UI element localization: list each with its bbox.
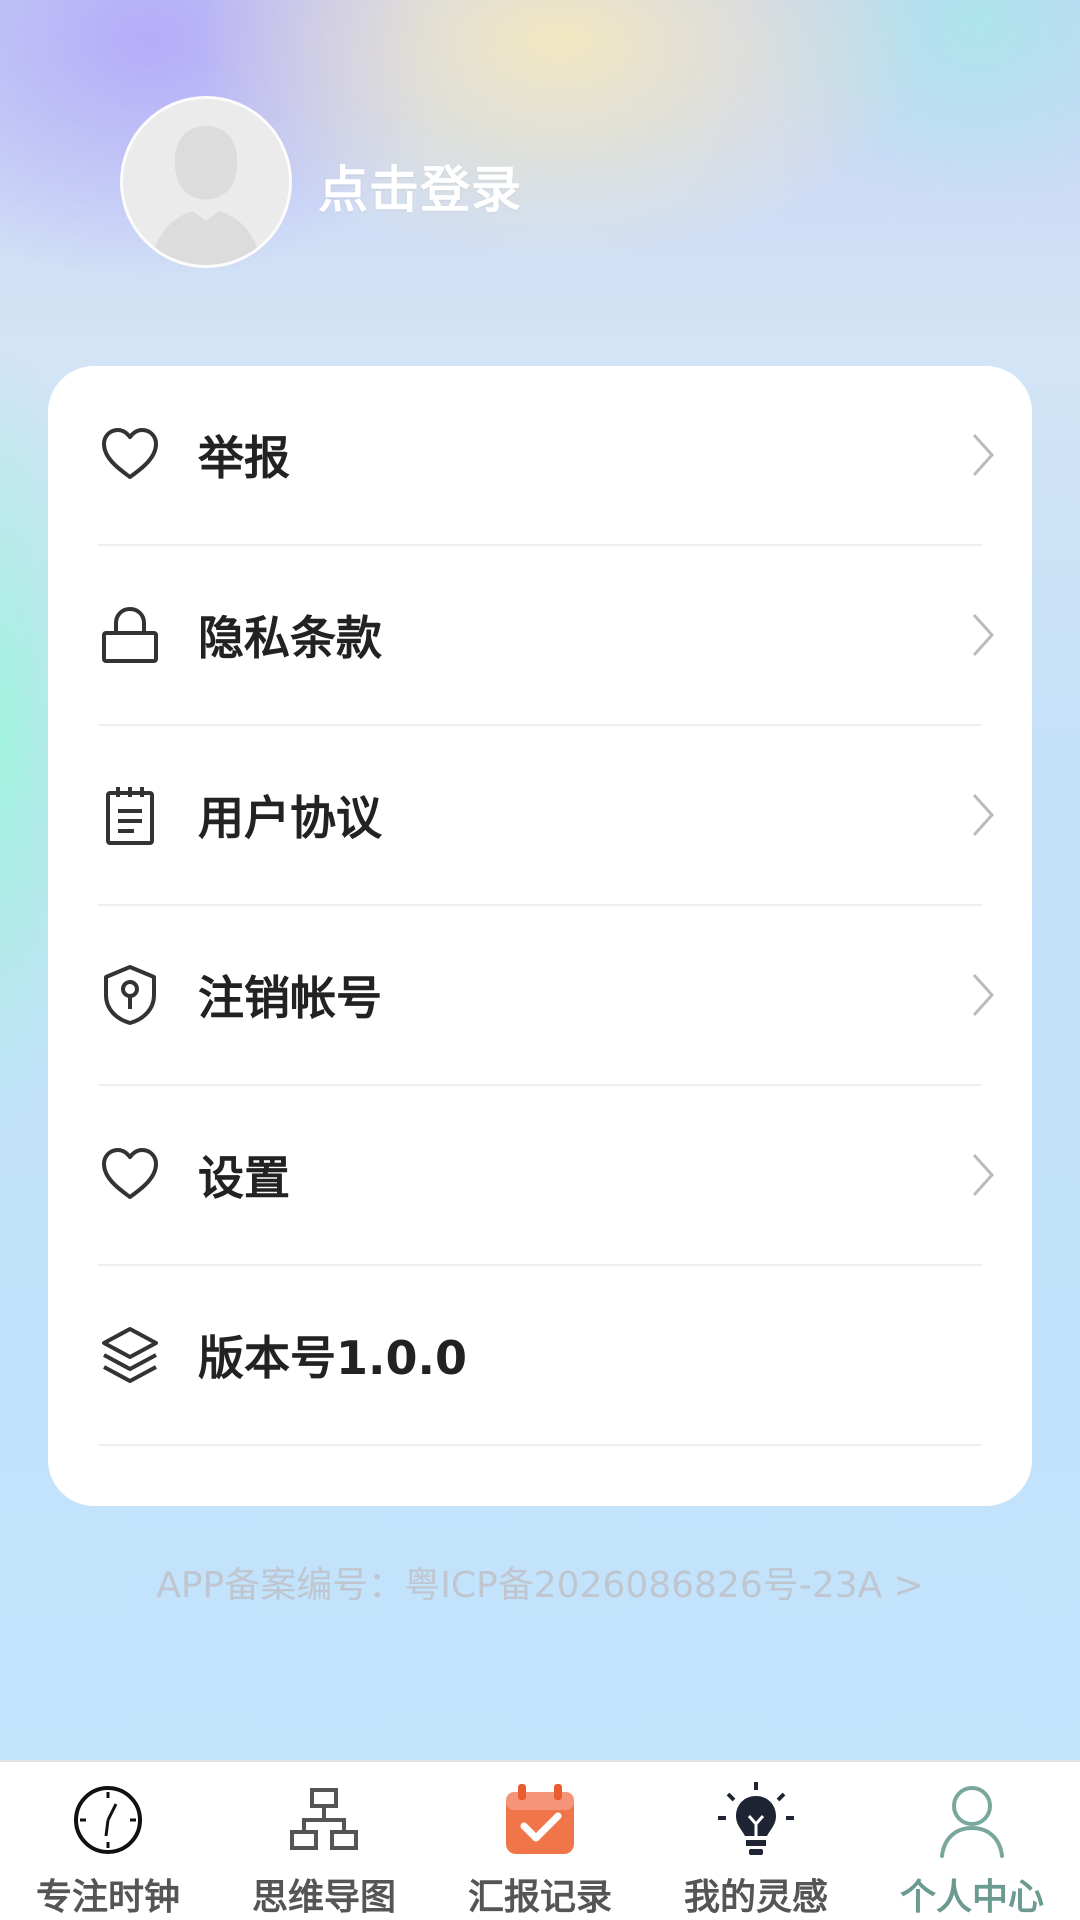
default-avatar-icon	[123, 99, 289, 265]
chevron-right-icon	[968, 431, 998, 479]
tab-report-records[interactable]: 汇报记录	[432, 1762, 648, 1920]
menu-item-label: 注销帐号	[198, 971, 382, 1025]
menu-item-privacy[interactable]: 隐私条款	[98, 546, 995, 726]
tab-label: 专注时钟	[35, 1877, 180, 1918]
icp-record-link[interactable]: APP备案编号：粤ICP备2026086826号-23A >	[0, 1556, 1080, 1608]
tab-mind-map[interactable]: 思维导图	[216, 1762, 432, 1920]
bottom-tab-bar: 专注时钟 思维导图 汇报记录 我的灵感 个人中心	[0, 1760, 1080, 1920]
menu-item-version: 版本号1.0.0	[98, 1266, 982, 1446]
menu-item-label: 隐私条款	[198, 611, 382, 665]
menu-item-delete-account[interactable]: 注销帐号	[98, 906, 995, 1086]
heart-icon	[98, 1143, 162, 1207]
menu-item-label: 用户协议	[198, 791, 382, 845]
shield-key-icon	[98, 963, 162, 1027]
lock-icon	[98, 603, 162, 667]
profile-page: 点击登录 举报 隐私条款 用户协议 注销帐号 设置 版本号1.0.0 APP备案…	[0, 0, 1080, 1920]
menu-card: 举报 隐私条款 用户协议 注销帐号 设置 版本号1.0.0	[48, 366, 1032, 1506]
tab-personal-center[interactable]: 个人中心	[864, 1762, 1080, 1920]
menu-item-user-agreement[interactable]: 用户协议	[98, 726, 995, 906]
menu-item-settings[interactable]: 设置	[98, 1086, 995, 1266]
user-icon	[932, 1780, 1012, 1860]
menu-item-label: 设置	[198, 1151, 290, 1205]
chevron-right-icon	[968, 1151, 998, 1199]
login-link[interactable]: 点击登录	[318, 150, 522, 222]
tab-label: 我的灵感	[683, 1877, 828, 1918]
tab-label: 个人中心	[899, 1877, 1044, 1918]
menu-item-label: 举报	[198, 431, 290, 485]
org-chart-icon	[284, 1780, 364, 1860]
tab-label: 思维导图	[251, 1877, 396, 1918]
clock-icon	[68, 1780, 148, 1860]
version-label: 版本号1.0.0	[198, 1331, 467, 1385]
lightbulb-icon	[716, 1780, 796, 1860]
tab-focus-clock[interactable]: 专注时钟	[0, 1762, 216, 1920]
avatar[interactable]	[120, 96, 292, 268]
tab-my-inspiration[interactable]: 我的灵感	[648, 1762, 864, 1920]
heart-icon	[98, 423, 162, 487]
chevron-right-icon	[968, 611, 998, 659]
notepad-icon	[98, 783, 162, 847]
menu-item-report[interactable]: 举报	[98, 366, 995, 546]
layers-icon	[98, 1323, 162, 1387]
chevron-right-icon	[968, 791, 998, 839]
chevron-right-icon	[968, 971, 998, 1019]
calendar-check-icon	[500, 1780, 580, 1860]
tab-label: 汇报记录	[467, 1877, 612, 1918]
